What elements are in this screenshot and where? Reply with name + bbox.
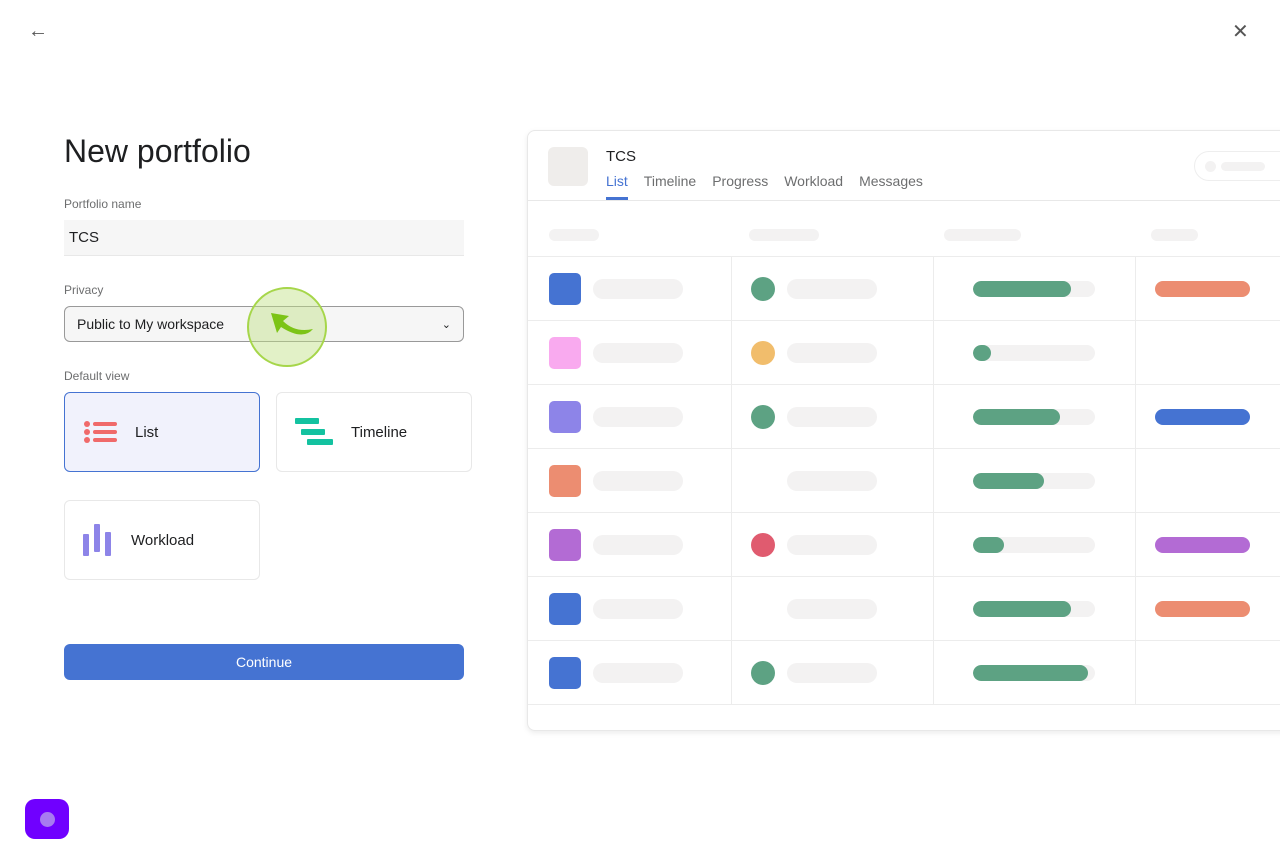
avatar-placeholder — [751, 661, 775, 685]
arrow-left-icon: ← — [28, 20, 48, 42]
status-tag — [1155, 281, 1250, 297]
column-header-placeholder — [749, 229, 819, 241]
close-icon: ✕ — [1232, 21, 1249, 43]
table-row — [528, 512, 1280, 577]
tab-list[interactable]: List — [606, 173, 628, 200]
progress-bar — [973, 345, 1095, 361]
table-row — [528, 256, 1280, 321]
view-option-timeline[interactable]: Timeline — [276, 392, 472, 472]
project-color-square — [549, 273, 581, 305]
tab-progress[interactable]: Progress — [712, 173, 768, 200]
page-title: New portfolio — [64, 133, 251, 169]
chevron-down-icon: ⌄ — [441, 318, 451, 331]
status-tag — [1155, 409, 1250, 425]
continue-button[interactable]: Continue — [64, 644, 464, 680]
avatar-placeholder — [751, 405, 775, 429]
column-header-placeholder — [944, 229, 1021, 241]
default-view-label: Default view — [64, 369, 130, 383]
tab-messages[interactable]: Messages — [859, 173, 923, 200]
table-row — [528, 320, 1280, 385]
portfolio-preview: TCS List Timeline Progress Workload Messages — [527, 130, 1280, 731]
help-icon — [40, 812, 55, 827]
project-color-square — [549, 401, 581, 433]
project-color-square — [549, 337, 581, 369]
timeline-icon — [295, 418, 333, 445]
portfolio-name-input[interactable] — [64, 220, 464, 256]
privacy-label: Privacy — [64, 283, 104, 297]
status-pill-placeholder — [1194, 151, 1280, 181]
progress-bar — [973, 665, 1095, 681]
avatar-placeholder — [751, 277, 775, 301]
table-row — [528, 640, 1280, 705]
folder-icon — [548, 147, 588, 186]
column-header-placeholder — [549, 229, 599, 241]
progress-bar — [973, 601, 1095, 617]
project-color-square — [549, 657, 581, 689]
project-color-square — [549, 593, 581, 625]
avatar-placeholder — [751, 533, 775, 557]
list-icon — [84, 421, 117, 443]
back-button[interactable]: ← — [28, 20, 48, 43]
progress-bar — [973, 281, 1095, 297]
view-option-workload[interactable]: Workload — [64, 500, 260, 580]
close-button[interactable]: ✕ — [1232, 19, 1249, 44]
view-option-list[interactable]: List — [64, 392, 260, 472]
progress-bar — [973, 409, 1095, 425]
arrow-cursor-icon — [271, 313, 313, 335]
workload-icon — [83, 524, 111, 556]
table-row — [528, 448, 1280, 513]
column-header-placeholder — [1151, 229, 1198, 241]
preview-title: TCS — [606, 148, 636, 165]
status-tag — [1155, 601, 1250, 617]
portfolio-name-label: Portfolio name — [64, 197, 142, 211]
table-row — [528, 576, 1280, 641]
project-color-square — [549, 465, 581, 497]
help-button[interactable] — [25, 799, 69, 839]
project-color-square — [549, 529, 581, 561]
progress-bar — [973, 473, 1095, 489]
view-option-label: List — [135, 423, 159, 441]
privacy-value: Public to My workspace — [77, 316, 225, 332]
cursor-highlight — [247, 287, 327, 367]
view-option-label: Timeline — [351, 423, 408, 441]
table-row — [528, 384, 1280, 449]
tab-workload[interactable]: Workload — [784, 173, 843, 200]
avatar-placeholder — [751, 341, 775, 365]
status-tag — [1155, 537, 1250, 553]
progress-bar — [973, 537, 1095, 553]
view-option-label: Workload — [131, 531, 195, 549]
tab-timeline[interactable]: Timeline — [644, 173, 696, 200]
